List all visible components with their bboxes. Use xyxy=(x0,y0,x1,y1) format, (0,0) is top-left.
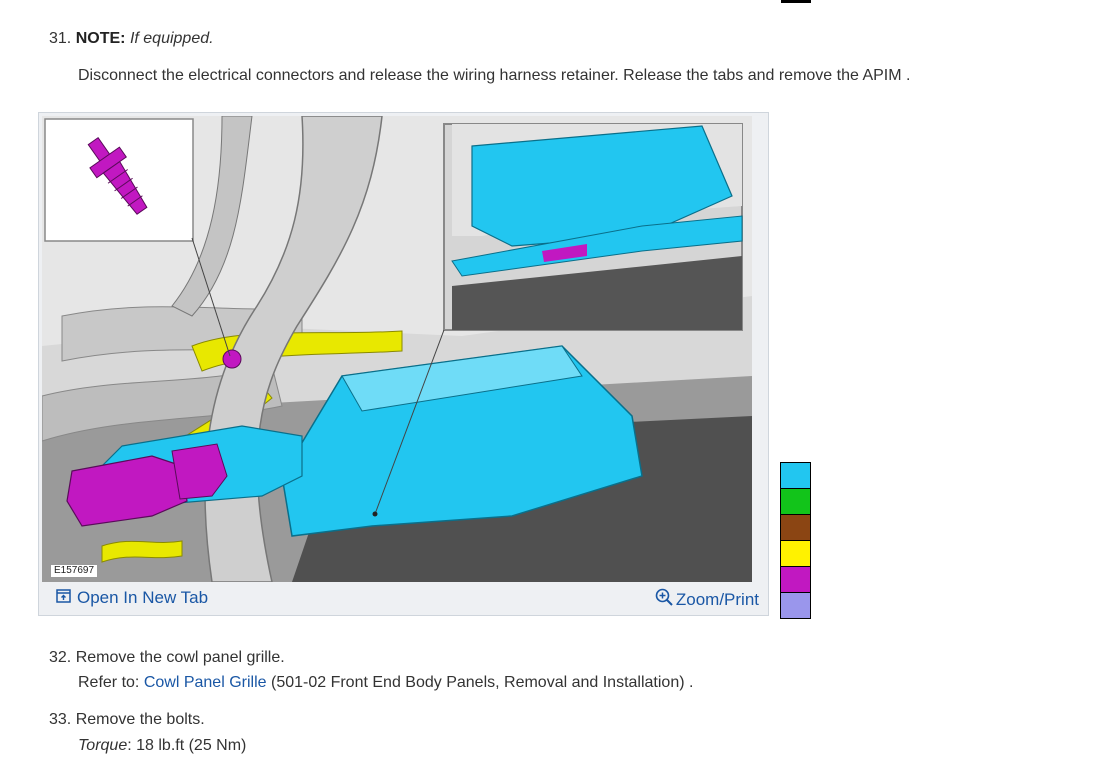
open-in-new-tab-link[interactable]: Open In New Tab xyxy=(56,588,208,608)
step-31-instruction: Disconnect the electrical connectors and… xyxy=(78,67,911,84)
step-32-text: Remove the cowl panel grille. xyxy=(75,649,285,666)
zoom-print-label: Zoom/Print xyxy=(675,589,759,609)
legend-swatch xyxy=(781,593,810,618)
torque-value: : 18 lb.ft (25 Nm) xyxy=(127,737,247,754)
cowl-panel-grille-link[interactable]: Cowl Panel Grille xyxy=(144,674,267,691)
legend-swatch xyxy=(781,463,810,489)
refer-prefix: Refer to: xyxy=(78,674,140,691)
step-number: 33. xyxy=(49,711,72,728)
note-label: NOTE: xyxy=(75,30,126,47)
legend-swatch xyxy=(781,567,810,593)
legend-swatch xyxy=(781,489,810,515)
torque-label: Torque xyxy=(78,737,128,754)
step-32-reference: Refer to: Cowl Panel Grille (501-02 Fron… xyxy=(78,673,693,693)
step-number: 31. xyxy=(49,30,72,47)
step-33-text: Remove the bolts. xyxy=(75,711,205,728)
legend-swatch xyxy=(781,541,810,567)
legend-swatch xyxy=(781,515,810,541)
apim-illustration-graphic xyxy=(42,116,752,582)
step-number: 32. xyxy=(49,649,72,666)
top-edge-mark xyxy=(781,0,811,3)
figure-id-label: E157697 xyxy=(50,564,99,578)
zoom-print-link[interactable]: Zoom/Print xyxy=(655,588,759,611)
apim-illustration[interactable]: E157697 xyxy=(42,116,752,582)
step-33-torque: Torque: 18 lb.ft (25 Nm) xyxy=(78,736,246,756)
figure-panel: E157697 Open In New Tab Zoom/Print xyxy=(38,112,769,616)
step-32-heading: 32. Remove the cowl panel grille. xyxy=(49,648,285,668)
color-legend xyxy=(780,462,811,619)
step-33-heading: 33. Remove the bolts. xyxy=(49,710,205,730)
step-31-heading: 31. NOTE: If equipped. xyxy=(49,29,214,49)
figure-footer: Open In New Tab Zoom/Print xyxy=(39,583,768,615)
refer-suffix: (501-02 Front End Body Panels, Removal a… xyxy=(270,674,694,691)
open-in-new-tab-icon xyxy=(56,588,71,608)
magnifier-plus-icon xyxy=(655,588,673,611)
note-text: If equipped. xyxy=(129,30,214,47)
open-in-new-tab-label: Open In New Tab xyxy=(77,588,209,607)
